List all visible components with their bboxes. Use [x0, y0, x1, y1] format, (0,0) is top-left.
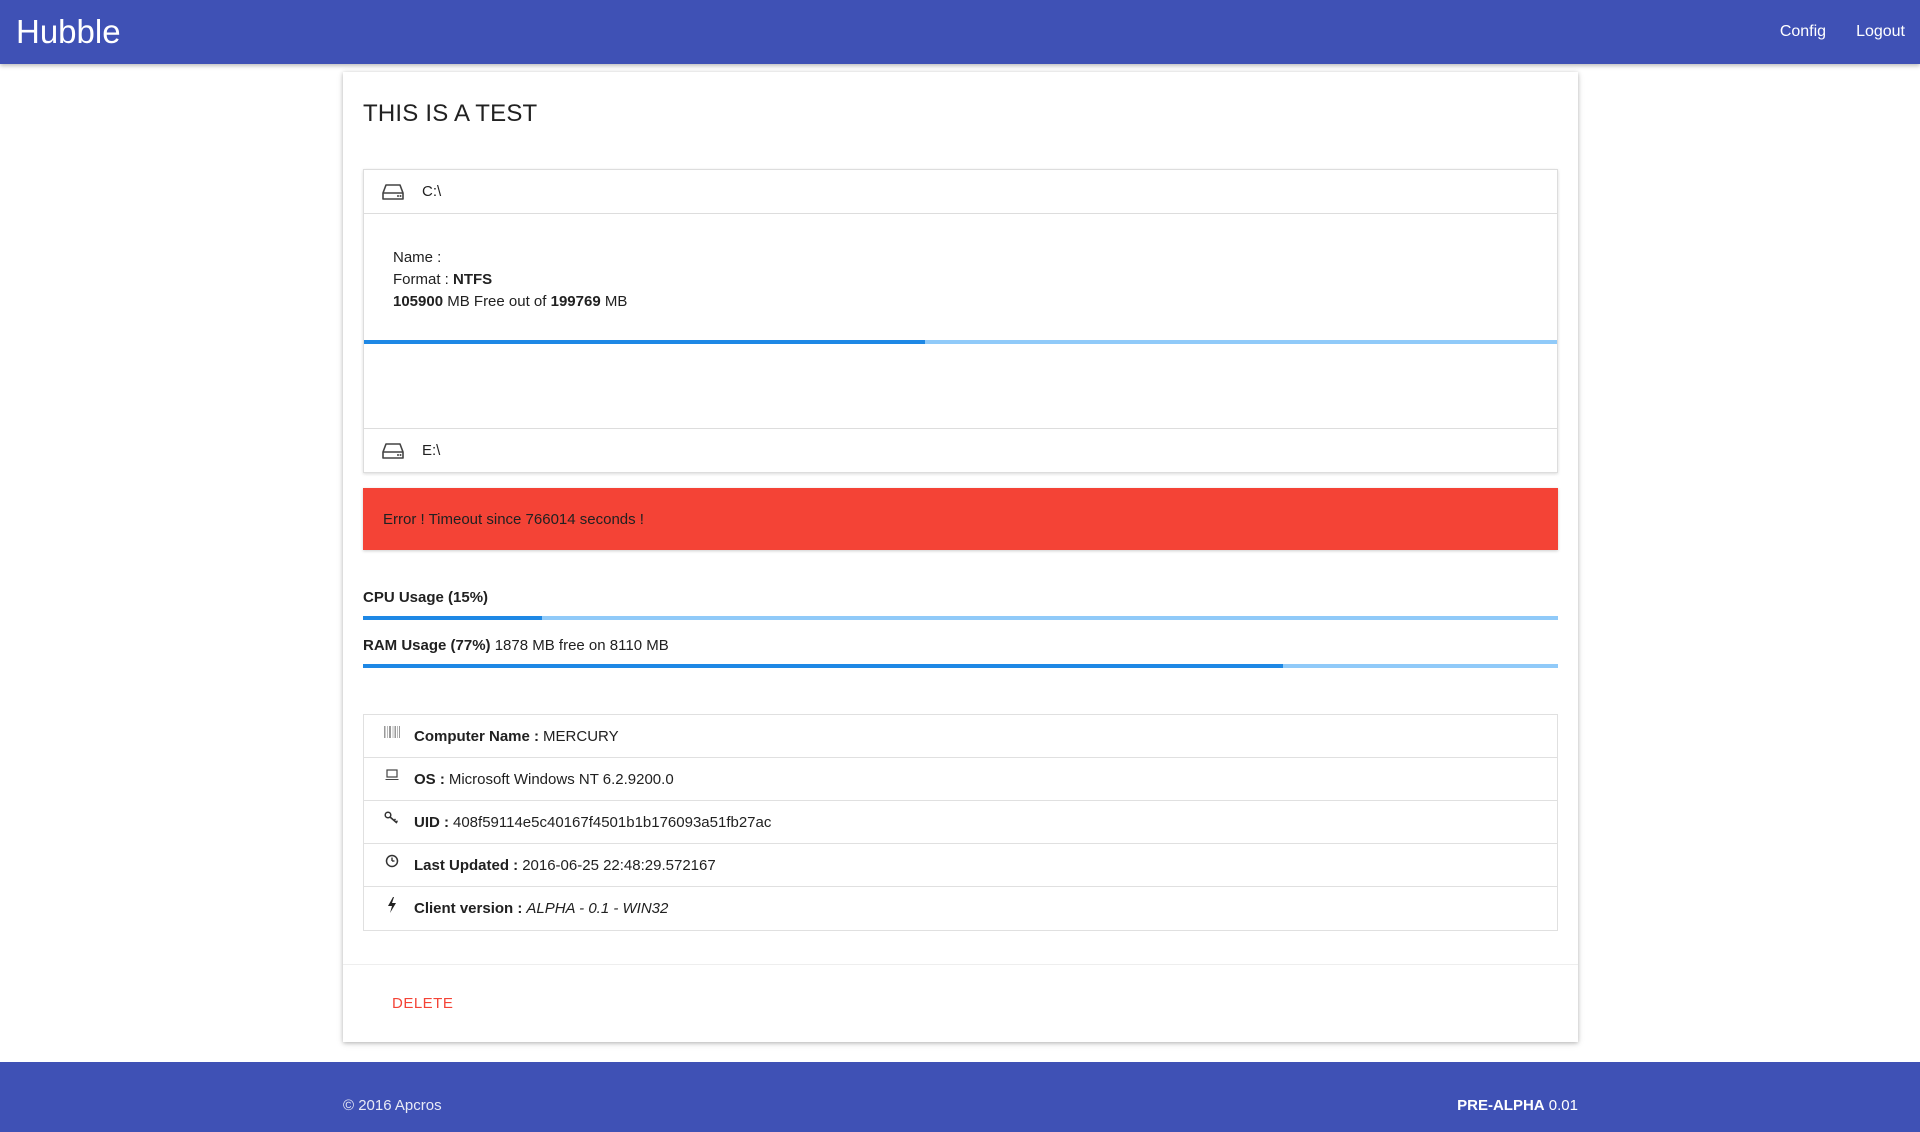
drive-total-value: 199769 — [550, 293, 601, 310]
drive-unit: MB — [604, 293, 628, 310]
info-label: Computer Name : — [414, 727, 540, 745]
config-link[interactable]: Config — [1780, 23, 1826, 41]
drive-info: Name : Format : NTFS 105900 MB Free out … — [393, 247, 627, 313]
version-label: PRE-ALPHA — [1457, 1097, 1545, 1114]
cpu-usage-fill — [363, 616, 543, 620]
clock-icon — [384, 853, 400, 869]
info-value: Microsoft Windows NT 6.2.9200.0 — [448, 770, 674, 788]
drive-free-text: MB Free out of — [447, 293, 547, 310]
drive-usage-fill — [364, 340, 925, 344]
drive-format-value: NTFS — [453, 271, 493, 288]
list-item: OS : Microsoft Windows NT 6.2.9200.0 — [364, 758, 1557, 801]
cpu-usage-bar — [363, 616, 1558, 620]
ram-usage-fill — [363, 664, 1284, 668]
list-item: Computer Name : MERCURY — [364, 715, 1557, 758]
drive-free-value: 105900 — [393, 293, 444, 310]
computer-card: THIS IS A TEST C:\ Name : Format : NTFS … — [343, 72, 1578, 1042]
laptop-icon — [384, 767, 400, 783]
list-item: Last Updated : 2016-06-25 22:48:29.57216… — [364, 844, 1557, 887]
drive-format-row: Format : NTFS — [393, 269, 627, 291]
info-label: UID : — [414, 813, 449, 831]
drive-header-c[interactable]: C:\ — [364, 170, 1557, 214]
delete-button[interactable]: DELETE — [392, 995, 453, 1012]
info-value: 2016-06-25 22:48:29.572167 — [522, 856, 716, 874]
brand-logo[interactable]: Hubble — [16, 10, 121, 54]
info-value: MERCURY — [543, 727, 619, 745]
info-value: 408f59114e5c40167f4501b1b176093a51fb27ac — [453, 813, 772, 831]
top-navbar: Hubble Config Logout — [0, 0, 1920, 64]
drive-format-label: Format : — [393, 271, 449, 288]
drive-name-row: Name : — [393, 247, 627, 269]
drive-space-row: 105900 MB Free out of 199769 MB — [393, 291, 627, 313]
drive-letter: E:\ — [422, 442, 441, 459]
drive-letter: C:\ — [422, 183, 442, 200]
ram-usage-detail: 1878 MB free on 8110 MB — [494, 637, 669, 654]
cpu-usage-label: CPU Usage (15%) — [363, 589, 488, 606]
nav-links: Config Logout — [1750, 0, 1905, 64]
key-icon — [384, 810, 400, 826]
copyright-text: © 2016 Apcros — [343, 1097, 442, 1114]
error-alert: Error ! Timeout since 766014 seconds ! — [363, 488, 1558, 550]
barcode-icon — [384, 724, 400, 740]
ram-usage-bar — [363, 664, 1558, 668]
drive-name-label: Name : — [393, 249, 442, 266]
page-footer: © 2016 Apcros PRE-ALPHA 0.01 — [0, 1062, 1920, 1132]
drives-collapsible: C:\ Name : Format : NTFS 105900 MB Free … — [363, 169, 1558, 473]
hard-drive-icon — [382, 442, 404, 460]
drive-header-e[interactable]: E:\ — [364, 428, 1557, 472]
logout-link[interactable]: Logout — [1856, 23, 1905, 41]
list-item: UID : 408f59114e5c40167f4501b1b176093a51… — [364, 801, 1557, 844]
info-label: OS : — [414, 770, 445, 788]
info-label: Client version : — [414, 900, 523, 917]
hard-drive-icon — [382, 183, 404, 201]
card-title: THIS IS A TEST — [363, 100, 538, 127]
computer-info-list: Computer Name : MERCURY OS : Microsoft W… — [363, 714, 1558, 931]
version-number: 0.01 — [1548, 1097, 1578, 1114]
version-text: PRE-ALPHA 0.01 — [1457, 1097, 1578, 1114]
ram-usage-title: RAM Usage (77%) — [363, 637, 491, 654]
drive-body-c: Name : Format : NTFS 105900 MB Free out … — [364, 215, 1557, 427]
drive-usage-bar — [364, 340, 1557, 344]
ram-usage-label: RAM Usage (77%) 1878 MB free on 8110 MB — [363, 637, 669, 654]
bolt-icon — [384, 896, 400, 913]
cpu-usage-title: CPU Usage (15%) — [363, 589, 489, 606]
card-action: DELETE — [343, 964, 1578, 1042]
info-value: ALPHA - 0.1 - WIN32 — [526, 900, 669, 917]
list-item: Client version : ALPHA - 0.1 - WIN32 — [364, 887, 1557, 930]
info-label: Last Updated : — [414, 856, 519, 874]
